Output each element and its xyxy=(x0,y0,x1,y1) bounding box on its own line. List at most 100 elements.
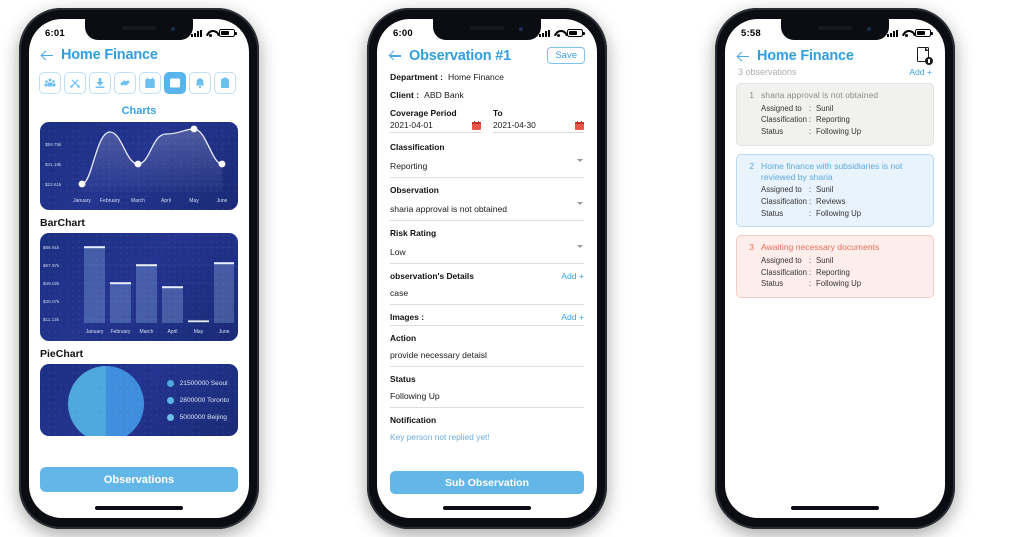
phone-3-observation-list: 5:58 Home Finance 3 observations Add + 1… xyxy=(715,8,955,529)
observation-fields: Assigned to : Sunil Classification : Rep… xyxy=(761,103,925,138)
details-label: observation's Details xyxy=(390,271,474,281)
field-value: Sunil xyxy=(816,103,834,113)
line-xtick-4: May xyxy=(189,198,199,204)
observation-select[interactable]: sharia approval is not obtained xyxy=(390,197,584,221)
home-indicator xyxy=(95,506,183,510)
observation-card[interactable]: 3 Awaiting necessary documents Assigned … xyxy=(736,235,934,299)
document-download-icon[interactable] xyxy=(917,47,933,65)
page-title: Home Finance xyxy=(61,47,158,63)
charts-scroll-area[interactable]: $59.75k $41.18k $22.61k January February… xyxy=(29,121,249,436)
classification-select[interactable]: Reporting xyxy=(390,154,584,178)
field-value: Following Up xyxy=(816,127,862,137)
field-value: Reporting xyxy=(816,267,850,277)
phone-2-screen: 6:00 Observation #1 Save Department : Ho… xyxy=(377,19,597,518)
toolbar-item-bell[interactable] xyxy=(189,72,211,94)
observation-card-top: 3 Awaiting necessary documents xyxy=(745,242,925,253)
observation-card-top: 1 sharia approval is not obtained xyxy=(745,90,925,101)
line-xtick-2: March xyxy=(131,198,145,204)
phone-2-observation-detail: 6:00 Observation #1 Save Department : Ho… xyxy=(367,8,607,529)
pie-legend: 21500000 Seoul 2800000 Toronto 5000000 B… xyxy=(166,379,229,431)
line-ytick-2: $22.61k xyxy=(45,182,62,187)
observation-card[interactable]: 2 Home finance with subsidiaries is not … xyxy=(736,153,934,228)
legend-swatch-icon xyxy=(166,413,174,421)
add-observation-button[interactable]: Add + xyxy=(909,67,932,77)
bar-xtick-4: May xyxy=(194,329,204,335)
status-field[interactable]: Following Up xyxy=(390,386,584,408)
coverage-from-field[interactable]: 2021-04-01 xyxy=(390,120,481,133)
phone-1-charts: 6:01 Home Finance Charts $59.75k $41.18k… xyxy=(19,8,259,529)
toolbar-item-team[interactable] xyxy=(39,72,61,94)
phone-1-screen: 6:01 Home Finance Charts $59.75k $41.18k… xyxy=(29,19,249,518)
field-status: Status : Following Up xyxy=(761,208,925,220)
page-title: Observation #1 xyxy=(409,47,511,64)
toolbar-item-download[interactable] xyxy=(89,72,111,94)
chevron-down-icon xyxy=(577,202,583,205)
bell-icon xyxy=(195,78,204,88)
back-arrow-icon[interactable] xyxy=(41,49,54,62)
observation-title: Awaiting necessary documents xyxy=(761,242,880,253)
bar-xtick-3: April xyxy=(167,329,177,335)
link-icon xyxy=(120,80,130,86)
status-clock: 6:00 xyxy=(393,27,413,39)
battery-icon xyxy=(915,29,933,37)
action-field[interactable]: provide necessary detaisl xyxy=(390,345,584,367)
sub-observation-button[interactable]: Sub Observation xyxy=(390,471,584,494)
department-label: Department : xyxy=(390,72,444,82)
toolbar-item-calendar[interactable] xyxy=(139,72,161,94)
status-value: Following Up xyxy=(390,391,440,401)
piechart-heading: PieChart xyxy=(40,347,84,360)
icon-toolbar xyxy=(29,63,249,94)
signal-bars-icon xyxy=(887,29,898,37)
line-chart-card: $59.75k $41.18k $22.61k January February… xyxy=(40,121,238,210)
status-icons xyxy=(191,29,237,38)
bar-xtick-5: June xyxy=(219,329,230,335)
legend-swatch-icon xyxy=(166,396,174,404)
coverage-to-field[interactable]: 2021-04-30 xyxy=(493,120,584,133)
barchart-heading: BarChart xyxy=(40,216,85,229)
field-separator: : xyxy=(809,127,812,137)
calendar-icon[interactable] xyxy=(575,120,584,130)
field-label: Classification xyxy=(761,267,807,277)
app-header: Observation #1 Save xyxy=(377,43,597,64)
field-assigned-to: Assigned to : Sunil xyxy=(761,255,925,267)
field-separator: : xyxy=(809,256,812,266)
coverage-to: To 2021-04-30 xyxy=(493,108,584,133)
bar-ytick-0: $86.91k xyxy=(43,245,60,250)
chart-icon xyxy=(169,78,180,88)
legend-item: 21500000 Seoul xyxy=(166,379,229,387)
images-label: Images : xyxy=(390,312,424,322)
back-arrow-icon[interactable] xyxy=(737,50,750,63)
bar-ytick-1: $67.97k xyxy=(43,263,60,268)
add-image-button[interactable]: Add + xyxy=(561,312,584,322)
observation-title: Home finance with subsidiaries is not re… xyxy=(761,160,903,182)
risk-rating-label: Risk Rating xyxy=(390,228,437,238)
field-classification: Classification : Reporting xyxy=(761,267,925,279)
calendar-icon[interactable] xyxy=(472,120,481,130)
observation-card[interactable]: 1 sharia approval is not obtained Assign… xyxy=(736,83,934,146)
three-phone-mockup: 6:01 Home Finance Charts $59.75k $41.18k… xyxy=(0,0,1024,537)
observations-button[interactable]: Observations xyxy=(40,467,238,492)
toolbar-item-link[interactable] xyxy=(114,72,136,94)
field-value: Sunil xyxy=(816,185,834,195)
risk-rating-select[interactable]: Low xyxy=(390,240,584,264)
field-separator: : xyxy=(809,196,812,206)
toolbar-item-clipboard[interactable] xyxy=(214,72,236,94)
legend-item: 2800000 Toronto xyxy=(166,396,229,404)
toolbar-item-tools[interactable] xyxy=(64,72,86,94)
charts-heading: Charts xyxy=(121,104,157,117)
line-ytick-0: $59.75k xyxy=(45,142,62,147)
notch xyxy=(85,19,193,40)
toolbar-item-charts[interactable] xyxy=(164,72,186,94)
classification-value: Reporting xyxy=(390,161,428,171)
field-status: Status : Following Up xyxy=(761,278,925,290)
app-header: Home Finance xyxy=(29,43,249,63)
details-value-field[interactable]: case xyxy=(390,283,584,305)
observation-fields: Assigned to : Sunil Classification : Rep… xyxy=(761,255,925,290)
save-button[interactable]: Save xyxy=(547,47,585,64)
observation-value: sharia approval is not obtained xyxy=(390,204,508,214)
field-status: Status : Following Up xyxy=(761,126,925,138)
back-arrow-icon[interactable] xyxy=(389,49,402,62)
add-detail-button[interactable]: Add + xyxy=(561,271,584,281)
risk-rating-value: Low xyxy=(390,247,406,257)
field-separator: : xyxy=(809,115,812,125)
